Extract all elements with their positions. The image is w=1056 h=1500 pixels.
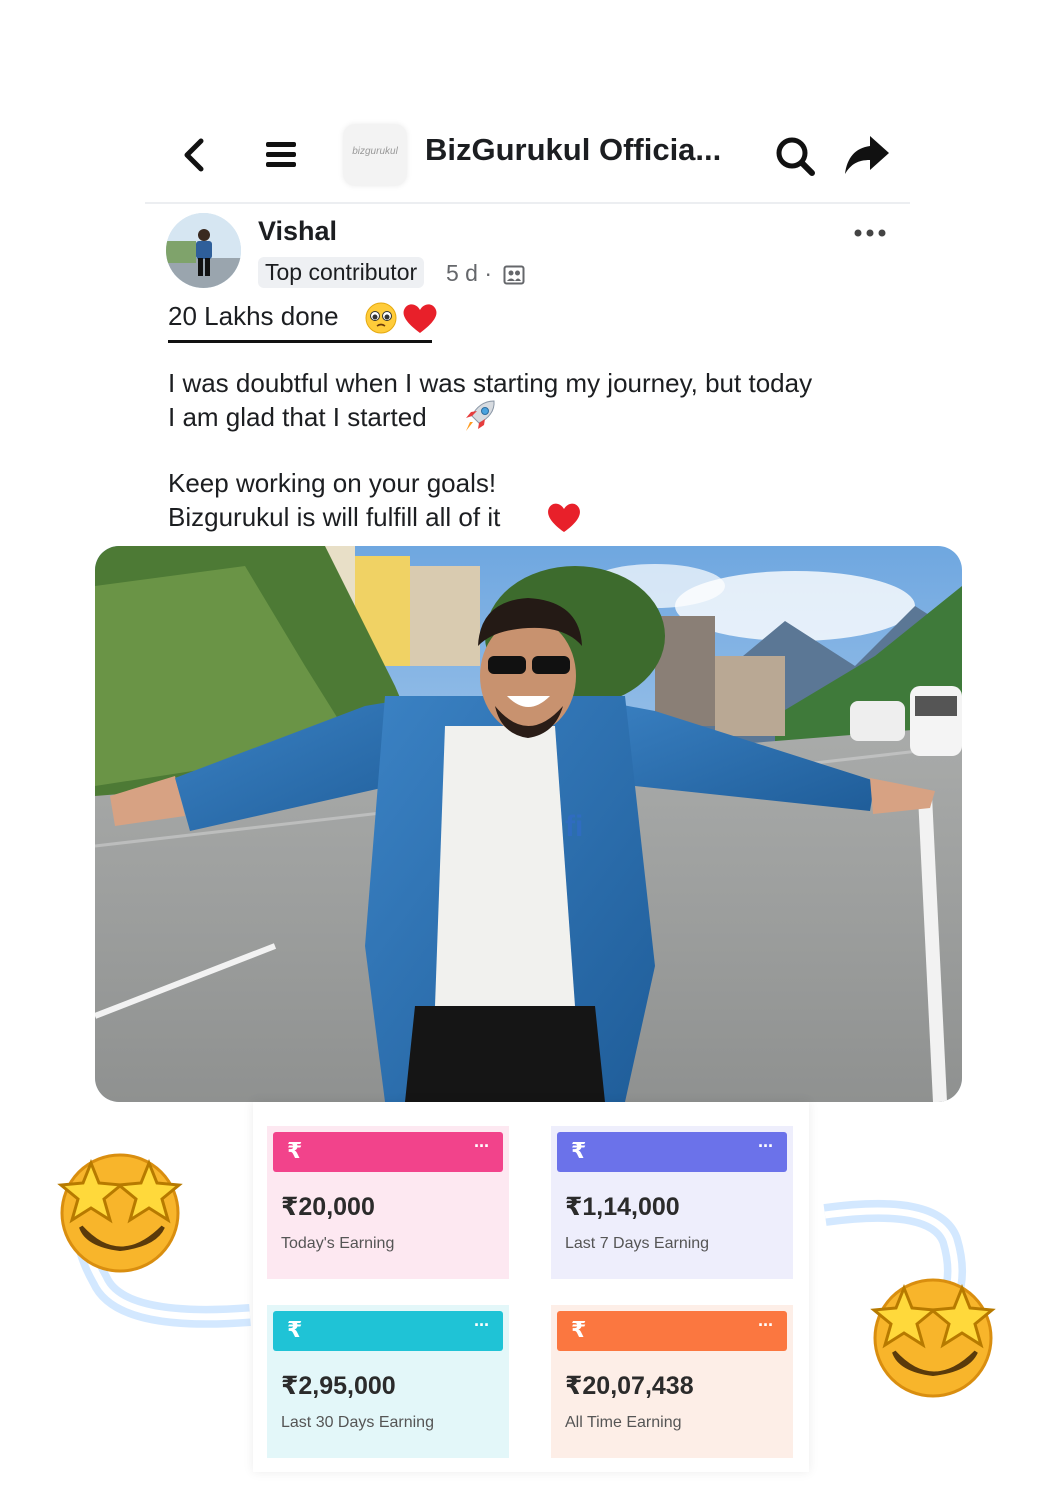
card-header: ₹ ··· <box>557 1311 787 1351</box>
card-menu-icon[interactable]: ··· <box>758 1315 774 1336</box>
group-thumbnail[interactable]: bizgurukul <box>343 124 407 186</box>
post-time: 5 d · <box>446 260 493 286</box>
earning-amount: ₹1,14,000 <box>565 1193 680 1221</box>
pleading-face-emoji <box>365 302 437 334</box>
rupee-icon: ₹ <box>287 1138 303 1163</box>
earning-amount: ₹2,95,000 <box>281 1372 396 1400</box>
author-avatar[interactable] <box>166 213 241 288</box>
group-thumb-label: bizgurukul <box>352 146 398 157</box>
earning-card-today[interactable]: ₹ ··· ₹20,000 Today's Earning <box>267 1126 509 1279</box>
earning-amount: ₹20,07,438 <box>565 1372 694 1400</box>
heart-emoji <box>403 304 437 333</box>
more-options-icon[interactable] <box>853 226 887 240</box>
author-name[interactable]: Vishal <box>258 216 337 247</box>
earning-label: Last 7 Days Earning <box>565 1235 710 1252</box>
post-text-span: I am glad that I started <box>168 402 427 432</box>
menu-icon[interactable] <box>260 134 300 174</box>
back-icon[interactable] <box>175 135 215 175</box>
card-header: ₹ ··· <box>273 1132 503 1172</box>
share-icon[interactable] <box>842 132 892 178</box>
card-menu-icon[interactable]: ··· <box>758 1136 774 1157</box>
group-title[interactable]: BizGurukul Officia... <box>425 132 721 168</box>
rupee-icon: ₹ <box>287 1317 303 1342</box>
search-icon[interactable] <box>773 134 817 178</box>
rupee-icon: ₹ <box>571 1138 587 1163</box>
rocket-emoji <box>466 400 495 431</box>
earning-card-7-days[interactable]: ₹ ··· ₹1,14,000 Last 7 Days Earning <box>551 1126 793 1279</box>
card-menu-icon[interactable]: ··· <box>474 1315 490 1336</box>
earnings-dashboard: ₹ ··· ₹20,000 Today's Earning ₹ ··· ₹1,1… <box>253 1102 809 1472</box>
star-struck-emoji <box>870 1278 996 1398</box>
earning-label: All Time Earning <box>565 1414 682 1431</box>
card-menu-icon[interactable]: ··· <box>474 1136 490 1157</box>
post-text-line: I was doubtful when I was starting my jo… <box>168 368 813 398</box>
svg-text:fi: fi <box>565 810 583 843</box>
earning-amount: ₹20,000 <box>281 1193 375 1221</box>
privacy-icon <box>503 265 525 285</box>
post-headline: 20 Lakhs done <box>168 301 339 331</box>
card-header: ₹ ··· <box>557 1132 787 1172</box>
post-text-line: Keep working on your goals! <box>168 468 497 498</box>
earning-card-30-days[interactable]: ₹ ··· ₹2,95,000 Last 30 Days Earning <box>267 1305 509 1458</box>
earning-label: Today's Earning <box>281 1235 395 1252</box>
earning-label: Last 30 Days Earning <box>281 1414 434 1431</box>
heart-emoji <box>548 503 580 532</box>
rupee-icon: ₹ <box>571 1317 587 1342</box>
top-contributor-badge: Top contributor <box>258 257 425 288</box>
earning-card-all-time[interactable]: ₹ ··· ₹20,07,438 All Time Earning <box>551 1305 793 1458</box>
group-header-bar: bizgurukul BizGurukul Officia... <box>145 110 910 204</box>
star-struck-emoji <box>57 1153 183 1273</box>
headline-underline <box>168 340 432 343</box>
post-photo[interactable]: fi <box>95 546 962 1102</box>
post-text-line: I am glad that I started <box>168 400 427 434</box>
card-header: ₹ ··· <box>273 1311 503 1351</box>
post-text-line: Bizgurukul is will fulfill all of it <box>168 502 501 532</box>
